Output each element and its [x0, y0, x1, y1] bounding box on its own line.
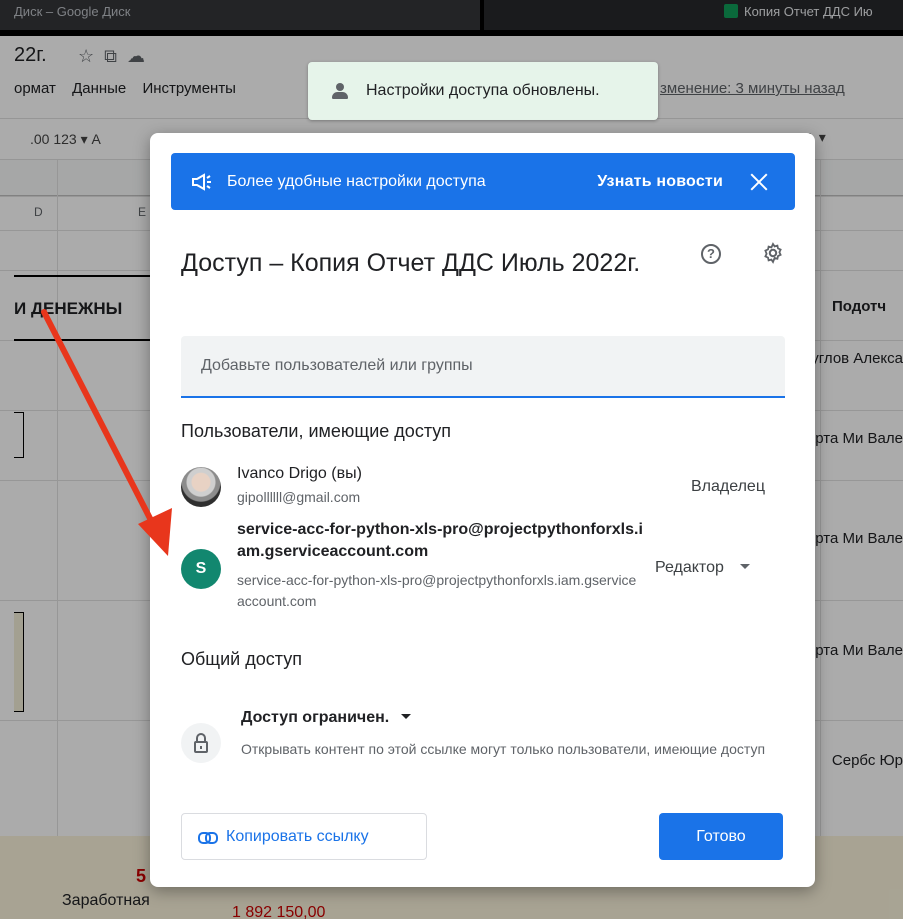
done-button[interactable]: Готово: [659, 813, 783, 860]
lock-icon: [181, 723, 221, 763]
close-banner-icon[interactable]: [749, 172, 769, 192]
avatar: [181, 467, 221, 507]
user-row: S service-acc-for-python-xls-pro@project…: [181, 521, 785, 615]
share-dialog: Более удобные настройки доступа Узнать н…: [150, 133, 815, 887]
role-dropdown[interactable]: Редактор: [655, 559, 750, 577]
access-level-dropdown[interactable]: Доступ ограничен.: [241, 709, 412, 727]
toast-message: Настройки доступа обновлены.: [366, 82, 600, 99]
user-email: service-acc-for-python-xls-pro@projectpy…: [237, 572, 637, 609]
access-updated-toast: Настройки доступа обновлены.: [308, 62, 658, 120]
dialog-title: Доступ – Копия Отчет ДДС Июль 2022г.: [181, 249, 641, 277]
user-row: Ivanco Drigo (вы) gipollllll@gmail.com В…: [181, 463, 785, 513]
role-dropdown-label: Редактор: [655, 559, 724, 576]
megaphone-icon: [191, 172, 213, 191]
people-with-access-heading: Пользователи, имеющие доступ: [181, 421, 452, 441]
access-description: Открывать контент по этой ссылке могут т…: [241, 741, 766, 757]
banner-text: Более удобные настройки доступа: [227, 172, 486, 190]
news-banner: Более удобные настройки доступа Узнать н…: [171, 153, 795, 210]
general-access-row: Доступ ограничен. Открывать контент по э…: [181, 709, 785, 779]
avatar: S: [181, 549, 221, 589]
help-icon[interactable]: ?: [701, 244, 721, 264]
learn-news-link[interactable]: Узнать новости: [597, 173, 723, 191]
copy-link-label: Копировать ссылку: [226, 827, 369, 845]
link-icon: [198, 831, 218, 844]
user-email: gipollllll@gmail.com: [237, 489, 361, 505]
user-name: Ivanco Drigo (вы): [237, 465, 362, 482]
access-level-label: Доступ ограничен.: [241, 709, 390, 726]
copy-link-button[interactable]: Копировать ссылку: [181, 813, 427, 860]
chevron-down-icon: [401, 714, 412, 719]
user-name: service-acc-for-python-xls-pro@projectpy…: [237, 521, 643, 560]
general-access-heading: Общий доступ: [181, 649, 302, 669]
chevron-down-icon: [739, 564, 750, 569]
owner-role-label: Владелец: [690, 478, 765, 495]
person-icon: [330, 82, 350, 100]
gear-icon[interactable]: [761, 241, 785, 265]
add-people-input[interactable]: [181, 336, 785, 398]
